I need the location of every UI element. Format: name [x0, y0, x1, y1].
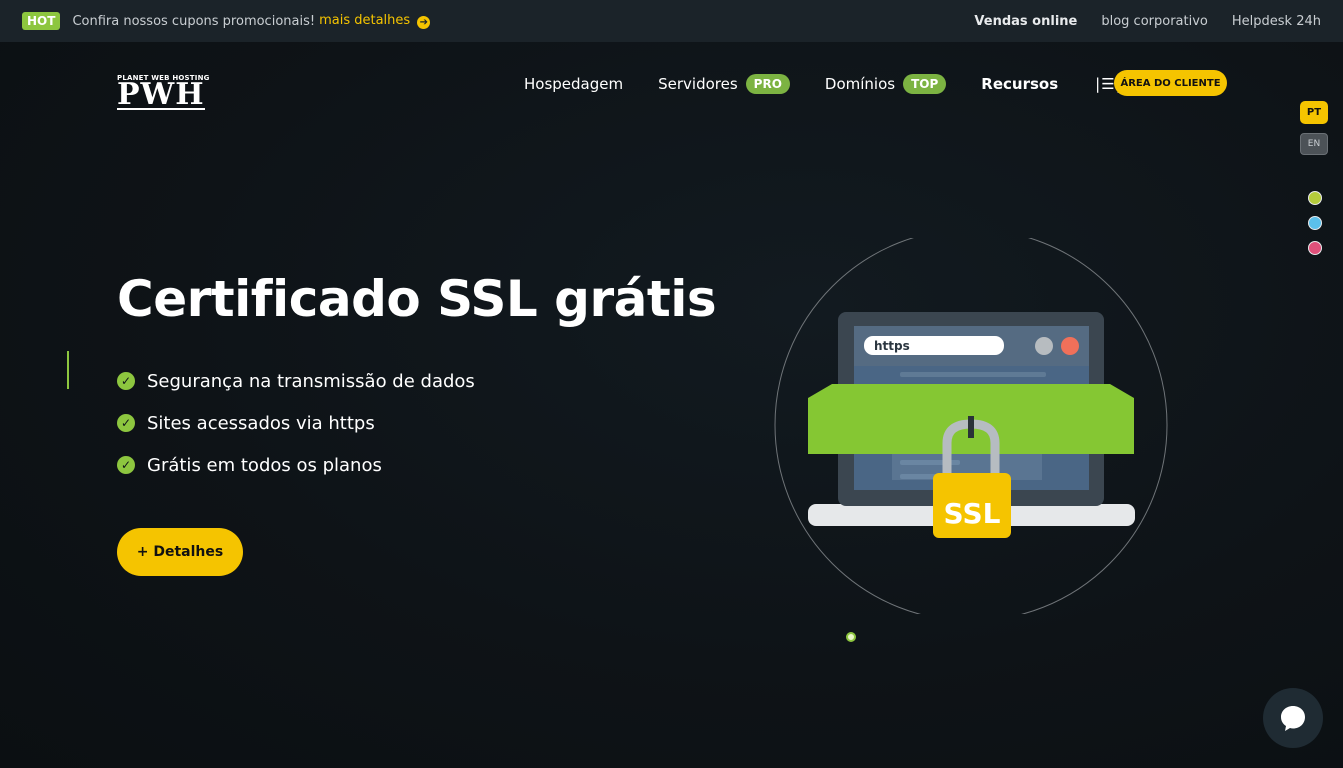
- check-icon: ✓: [117, 372, 135, 390]
- nav-item-dominios[interactable]: Domínios TOP: [824, 74, 947, 94]
- accent-line: [67, 351, 69, 389]
- list-item: ✓ Segurança na transmissão de dados: [117, 360, 475, 402]
- ssl-illustration: https SSL: [774, 238, 1168, 614]
- nav-item-label: Hospedagem: [524, 75, 624, 93]
- pro-badge: PRO: [745, 74, 790, 94]
- nav-item-recursos[interactable]: Recursos: [981, 75, 1058, 93]
- padlock-key-slot: [968, 416, 974, 438]
- logo[interactable]: PLANET WEB HOSTING PWH: [117, 74, 227, 110]
- hot-badge: HOT: [22, 12, 61, 30]
- helpdesk-link[interactable]: Helpdesk 24h: [1232, 14, 1321, 29]
- arrow-right-circle-icon: ➔: [417, 16, 431, 29]
- chat-button[interactable]: [1263, 688, 1323, 748]
- feature-text: Grátis em todos os planos: [147, 454, 382, 476]
- browser-button-grey: [1035, 337, 1053, 355]
- nav-item-label: Domínios: [824, 75, 896, 93]
- check-icon: ✓: [117, 414, 135, 432]
- content-line: [900, 372, 1046, 377]
- promo-text: Confira nossos cupons promocionais!: [72, 13, 316, 29]
- ssl-label: SSL: [944, 497, 1001, 530]
- promo-details-label: mais detalhes: [319, 13, 411, 28]
- nav-item-label: Servidores: [658, 75, 738, 93]
- feature-text: Sites acessados via https: [147, 412, 375, 434]
- theme-dot-green[interactable]: [1308, 191, 1322, 205]
- top-badge: TOP: [903, 74, 947, 94]
- url-text: https: [874, 339, 910, 353]
- blog-link[interactable]: blog corporativo: [1101, 14, 1208, 29]
- feature-text: Segurança na transmissão de dados: [147, 370, 475, 392]
- sales-online-link[interactable]: Vendas online: [974, 14, 1077, 29]
- theme-dot-blue[interactable]: [1308, 216, 1322, 230]
- promo-details-link[interactable]: mais detalhes ➔: [319, 13, 431, 29]
- nav-item-hospedagem[interactable]: Hospedagem: [524, 75, 623, 93]
- browser-button-red: [1061, 337, 1079, 355]
- client-area-button[interactable]: ÁREA DO CLIENTE: [1114, 70, 1227, 96]
- hero-title: Certificado SSL grátis: [117, 270, 717, 328]
- nav-item-servidores[interactable]: Servidores PRO: [658, 74, 790, 94]
- list-item: ✓ Grátis em todos os planos: [117, 444, 475, 486]
- theme-dot-pink[interactable]: [1308, 241, 1322, 255]
- logo-wordmark: PWH: [117, 77, 205, 112]
- lang-pt-button[interactable]: PT: [1300, 101, 1328, 124]
- top-bar: HOT Confira nossos cupons promocionais! …: [0, 0, 1343, 42]
- feature-list: ✓ Segurança na transmissão de dados ✓ Si…: [117, 360, 475, 486]
- chat-bubble-icon: [1281, 706, 1305, 731]
- topbar-links: Vendas online blog corporativo Helpdesk …: [974, 14, 1321, 29]
- slider-dot[interactable]: [846, 632, 856, 642]
- details-button[interactable]: + Detalhes: [117, 528, 243, 576]
- list-item: ✓ Sites acessados via https: [117, 402, 475, 444]
- main-nav: Hospedagem Servidores PRO Domínios TOP R…: [524, 70, 1122, 98]
- nav-item-label: Recursos: [981, 75, 1059, 93]
- lang-en-button[interactable]: EN: [1300, 133, 1328, 155]
- check-icon: ✓: [117, 456, 135, 474]
